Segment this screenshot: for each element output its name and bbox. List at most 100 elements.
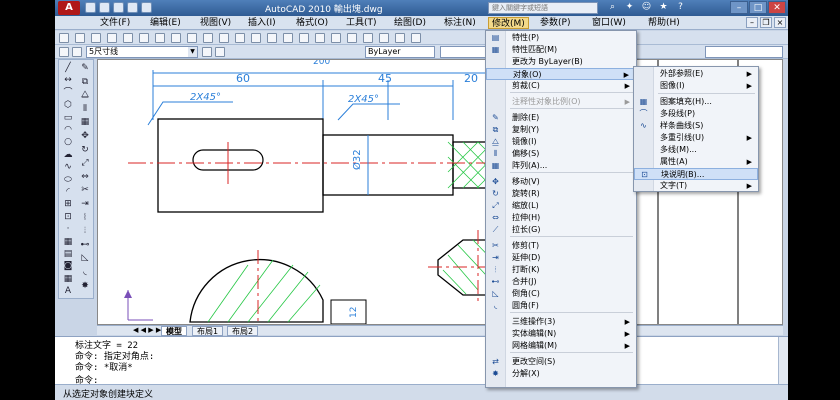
- table-icon[interactable]: ▦: [61, 273, 75, 285]
- doc-restore-icon[interactable]: ❐: [760, 17, 772, 28]
- maximize-icon[interactable]: □: [749, 1, 767, 14]
- command-scrollbar[interactable]: [778, 337, 788, 385]
- menu-view[interactable]: 视图(V): [197, 17, 234, 29]
- extend-icon[interactable]: ⇥: [78, 198, 92, 210]
- modify-menu-item[interactable]: ✎ 删除(E): [486, 112, 636, 124]
- match-icon[interactable]: [203, 33, 213, 43]
- new-icon[interactable]: [59, 33, 69, 43]
- array-icon[interactable]: ▦: [78, 116, 92, 128]
- modify-menu-item[interactable]: ✸ 分解(X): [486, 368, 636, 380]
- tab-layout2[interactable]: 布局2: [227, 326, 259, 336]
- layer-dropdown[interactable]: 5尺寸线 ▼: [86, 46, 198, 58]
- polyline-icon[interactable]: ⌒: [61, 87, 75, 99]
- line-icon[interactable]: ╱: [61, 62, 75, 74]
- modify-menu-item[interactable]: ↻ 旋转(R): [486, 188, 636, 200]
- modify-menu-item[interactable]: ⧋ 镜像(I): [486, 136, 636, 148]
- menu-modify[interactable]: 修改(M): [488, 17, 529, 29]
- construction-line-icon[interactable]: ↔: [61, 74, 75, 86]
- doc-close-icon[interactable]: ×: [774, 17, 786, 28]
- new-icon[interactable]: [85, 2, 96, 13]
- object-submenu-item[interactable]: ▦ 图案填充(H)...: [634, 96, 758, 108]
- modify-menu-item[interactable]: ⤢ 缩放(L): [486, 200, 636, 212]
- explode-icon[interactable]: ✸: [78, 280, 92, 292]
- markup-icon[interactable]: [379, 33, 389, 43]
- modify-menu-item[interactable]: ⦙ 打断(K): [486, 264, 636, 276]
- paste-icon[interactable]: [187, 33, 197, 43]
- modify-menu-item[interactable]: 剪裁(C) ▶: [486, 80, 636, 92]
- modify-menu-item[interactable]: ▦ 特性匹配(M): [486, 44, 636, 56]
- favorites-icon[interactable]: ★: [658, 2, 669, 13]
- stretch-icon[interactable]: ⇔: [78, 171, 92, 183]
- tab-nav-icon[interactable]: ◀ ◀ ▶ ▶: [133, 326, 161, 334]
- erase-icon[interactable]: ✎: [78, 62, 92, 74]
- layer-previous-icon[interactable]: [215, 47, 225, 57]
- object-submenu-item[interactable]: 多重引线(U) ▶: [634, 132, 758, 144]
- offset-icon[interactable]: ⫴: [78, 103, 92, 115]
- modify-menu-item[interactable]: 三维操作(3) ▶: [486, 316, 636, 328]
- tool-palettes-icon[interactable]: [347, 33, 357, 43]
- modify-menu-item[interactable]: 网格编辑(M) ▶: [486, 340, 636, 352]
- menu-tools[interactable]: 工具(T): [343, 17, 380, 29]
- copy-icon[interactable]: ⧉: [78, 76, 92, 88]
- application-menu-button[interactable]: A: [58, 1, 80, 15]
- arc-icon[interactable]: ◠: [61, 124, 75, 136]
- tab-layout1[interactable]: 布局1: [192, 326, 224, 336]
- gradient-icon[interactable]: ▤: [61, 248, 75, 260]
- minimize-icon[interactable]: –: [730, 1, 748, 14]
- spline-icon[interactable]: ∿: [61, 161, 75, 173]
- design-center-icon[interactable]: [331, 33, 341, 43]
- menu-file[interactable]: 文件(F): [97, 17, 133, 29]
- fillet-icon[interactable]: ◟: [78, 266, 92, 278]
- ellipse-icon[interactable]: ⬭: [61, 174, 75, 186]
- join-icon[interactable]: ⊷: [78, 239, 92, 251]
- command-window[interactable]: 标注文字 = 22 命令: 指定对角点: 命令: *取消* 命令:: [55, 336, 788, 386]
- zoom-realtime-icon[interactable]: [267, 33, 277, 43]
- tab-model[interactable]: 模型: [161, 326, 187, 336]
- close-icon[interactable]: ✕: [768, 1, 786, 14]
- open-icon[interactable]: [75, 33, 85, 43]
- make-block-icon[interactable]: ⊡: [61, 211, 75, 223]
- break-point-icon[interactable]: ⦚: [78, 212, 92, 224]
- menu-format[interactable]: 格式(O): [293, 17, 331, 29]
- modify-menu-item[interactable]: ◟ 圆角(F): [486, 300, 636, 312]
- modify-menu-item[interactable]: ✥ 移动(V): [486, 176, 636, 188]
- trim-icon[interactable]: ✂: [78, 184, 92, 196]
- object-submenu-item[interactable]: ⊡ 块说明(B)...: [634, 168, 758, 180]
- cut-icon[interactable]: [155, 33, 165, 43]
- ellipse-arc-icon[interactable]: ◜: [61, 186, 75, 198]
- break-icon[interactable]: ⦙: [78, 225, 92, 237]
- scale-icon[interactable]: ⤢: [78, 157, 92, 169]
- modify-menu-item[interactable]: 更改为 ByLayer(B): [486, 56, 636, 68]
- zoom-previous-icon[interactable]: [299, 33, 309, 43]
- menu-draw[interactable]: 绘图(D): [391, 17, 429, 29]
- modify-menu-item[interactable]: ⇔ 拉伸(H): [486, 212, 636, 224]
- modify-menu-item[interactable]: ⇥ 延伸(D): [486, 252, 636, 264]
- help-icon[interactable]: [411, 33, 421, 43]
- circle-icon[interactable]: ○: [61, 136, 75, 148]
- help-icon[interactable]: ?: [675, 2, 686, 13]
- object-submenu-item[interactable]: 属性(A) ▶: [634, 156, 758, 168]
- modify-menu-item[interactable]: 实体编辑(N) ▶: [486, 328, 636, 340]
- mirror-icon[interactable]: ⧋: [78, 89, 92, 101]
- redo-icon[interactable]: [141, 2, 152, 13]
- object-submenu-item[interactable]: ∿ 样条曲线(S): [634, 120, 758, 132]
- menu-dimension[interactable]: 标注(N): [441, 17, 479, 29]
- object-submenu-item[interactable]: 图像(I) ▶: [634, 80, 758, 92]
- layer-state-icon[interactable]: [72, 47, 82, 57]
- calculator-icon[interactable]: [395, 33, 405, 43]
- modify-menu-item[interactable]: ⊷ 合并(J): [486, 276, 636, 288]
- hatch-icon[interactable]: ▦: [61, 236, 75, 248]
- subscription-icon[interactable]: ✦: [624, 2, 635, 13]
- publish-icon[interactable]: [139, 33, 149, 43]
- modify-menu-item[interactable]: ▦ 阵列(A)...: [486, 160, 636, 172]
- zoom-window-icon[interactable]: [283, 33, 293, 43]
- menu-help[interactable]: 帮助(H): [645, 17, 683, 29]
- menu-insert[interactable]: 插入(I): [245, 17, 279, 29]
- sheet-set-icon[interactable]: [363, 33, 373, 43]
- open-icon[interactable]: [99, 2, 110, 13]
- object-submenu-item[interactable]: 文字(T) ▶: [634, 180, 758, 192]
- menu-window[interactable]: 窗口(W): [589, 17, 629, 29]
- undo-icon[interactable]: [219, 33, 229, 43]
- revcloud-icon[interactable]: ☁: [61, 149, 75, 161]
- make-current-icon[interactable]: [202, 47, 212, 57]
